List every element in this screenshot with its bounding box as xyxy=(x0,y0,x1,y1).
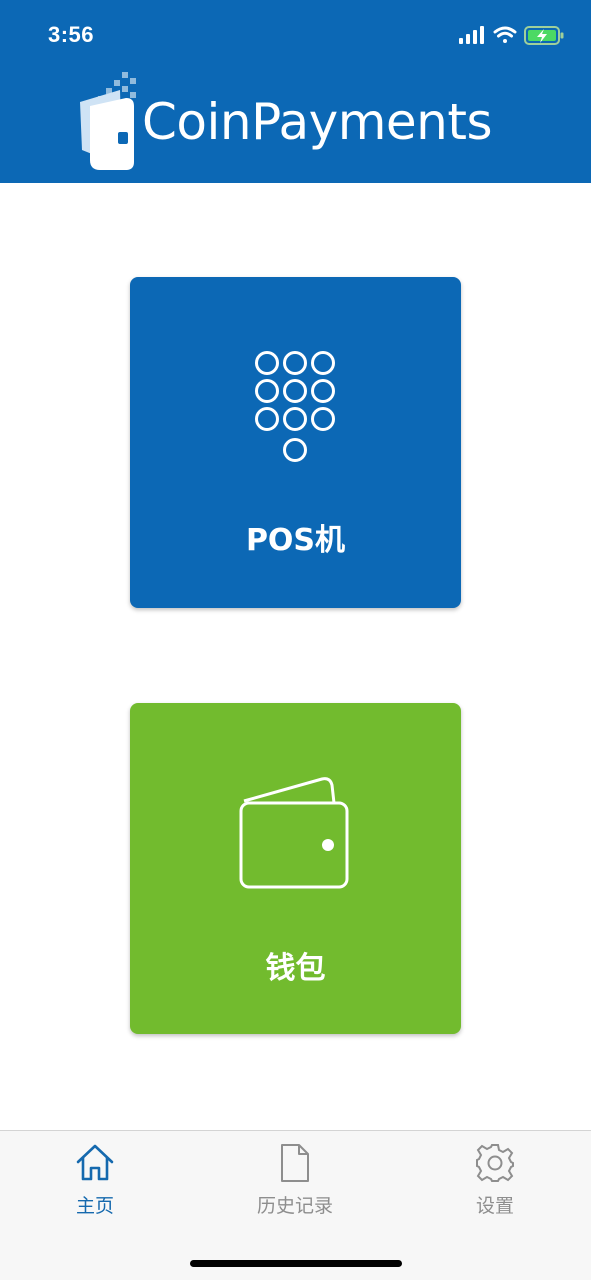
tab-history-label: 历史记录 xyxy=(256,1195,333,1217)
pos-tile[interactable]: POS机 xyxy=(130,277,461,608)
tab-history[interactable]: 历史记录 xyxy=(225,1143,365,1223)
coinpayments-logo-icon xyxy=(80,72,136,170)
pos-tile-label: POS机 xyxy=(245,523,346,558)
wallet-tile[interactable]: 钱包 xyxy=(130,703,461,1034)
status-time: 3:56 xyxy=(48,22,95,47)
tab-settings[interactable]: 设置 xyxy=(425,1143,565,1223)
battery-charging-icon xyxy=(524,26,564,45)
status-icons xyxy=(459,24,569,48)
tab-settings-label: 设置 xyxy=(475,1195,514,1217)
wifi-icon xyxy=(493,26,517,43)
home-indicator[interactable] xyxy=(190,1260,402,1267)
tab-home[interactable]: 主页 xyxy=(25,1143,165,1223)
brand-name: CoinPayments xyxy=(142,93,493,151)
brand: CoinPayments xyxy=(78,70,528,172)
app-header: 3:56 CoinPayments xyxy=(0,0,591,183)
wallet-tile-label: 钱包 xyxy=(265,951,326,986)
document-icon xyxy=(281,1144,309,1182)
home-icon xyxy=(76,1144,114,1181)
wallet-icon xyxy=(239,777,349,889)
keypad-icon xyxy=(255,351,335,462)
tab-bar: 主页 历史记录 设置 xyxy=(0,1130,591,1280)
signal-icon xyxy=(459,26,484,44)
tab-home-label: 主页 xyxy=(75,1195,114,1217)
gear-icon xyxy=(476,1144,514,1182)
